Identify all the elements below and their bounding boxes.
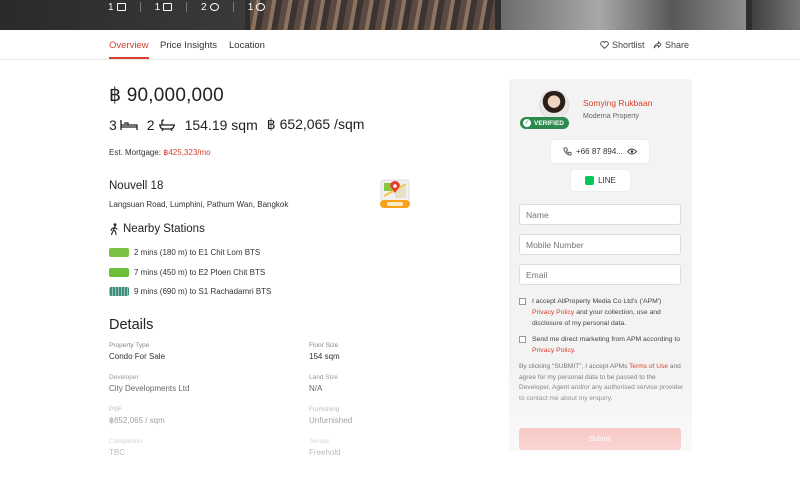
area-stat: 154.19 sqm [184,116,258,133]
estimated-mortgage: Est. Mortgage: ฿425,323/mo [109,148,211,157]
eye-icon [626,148,637,155]
image-icon [116,3,126,11]
bath-icon [158,118,175,131]
shortlist-label: Shortlist [612,40,645,50]
gallery-image-2[interactable] [250,0,495,30]
map-icon[interactable] [378,178,412,210]
detail-item: Property Type Condo For Sale [109,342,166,361]
divider [139,2,141,12]
price-per-sqm: ฿ 652,065 /sqm [266,116,365,132]
bts-line-icon [109,267,129,277]
heart-icon [600,41,609,49]
bathrooms-stat: 2 [147,117,176,133]
agent-name[interactable]: Somying Rukbaan [583,98,652,108]
virtual-tour-icon [256,3,266,11]
detail-item: Completion TBC [109,438,142,457]
virtual-tour-count[interactable]: 1 [248,2,266,13]
gallery-image-4[interactable] [752,0,800,30]
media-counts: 1 1 2 1 [108,0,266,14]
nearby-stations-heading: Nearby Stations [109,223,205,235]
marketing-consent-checkbox[interactable] [519,336,526,343]
privacy-consent-checkbox[interactable] [519,298,526,305]
detail-item: Furnishing Unfurnished [309,406,353,425]
bts-line-icon [109,248,129,258]
station-item: 9 mins (690 m) to S1 Rachadamri BTS [109,282,271,302]
terms-of-use-link[interactable]: Terms of Use [629,363,668,370]
shortlist-button[interactable]: Shortlist [600,40,645,50]
privacy-consent: I accept AllProperty Media Co Ltd's ('AP… [519,296,685,329]
station-item: 2 mins (180 m) to E1 Chit Lom BTS [109,243,271,263]
marketing-consent: Send me direct marketing from APM accord… [519,334,685,356]
listing-page: 1 1 2 1 Overview Price Insights Location [0,0,800,500]
station-item: 7 mins (450 m) to E2 Ploen Chit BTS [109,263,271,283]
divider [186,2,188,12]
tab-price-insights[interactable]: Price Insights [160,40,217,51]
video-icon [209,3,219,11]
detail-item: Floor Size 154 sqm [309,342,340,361]
agent-avatar[interactable] [539,90,569,120]
tab-overview[interactable]: Overview [109,40,149,59]
tab-location[interactable]: Location [229,40,265,51]
line-button[interactable]: LINE [571,170,630,191]
privacy-policy-link[interactable]: Privacy Policy [532,309,574,316]
phone-icon [563,147,572,156]
detail-item: Developer City Developments Ltd [109,374,190,393]
bedrooms-stat: 3 [109,117,138,133]
details-heading: Details [109,317,154,333]
detail-item: PSF ฿652,065 / sqm [109,406,165,425]
agency-name: Moderna Property [583,113,640,120]
video-count[interactable]: 2 [201,2,219,13]
verified-badge: ✓ VERIFIED [520,117,569,129]
terms-notice: By clicking "SUBMIT", I accept APMs Term… [519,363,684,402]
name-input[interactable] [519,204,681,225]
divider [232,2,234,12]
share-icon [653,41,662,49]
floorplan-count[interactable]: 1 [155,2,173,13]
detail-item: Land Size N/A [309,374,338,393]
agent-contact-card: ✓ VERIFIED Somying Rukbaan Moderna Prope… [509,79,692,451]
project-name[interactable]: Nouvell 18 [109,180,163,192]
mortgage-value-link[interactable]: ฿425,323/mo [163,148,210,157]
share-label: Share [665,40,690,50]
bed-icon [120,119,138,130]
listing-stats: 3 2 154.19 sqm ฿ 652,065 /sqm [109,116,364,133]
privacy-policy-link[interactable]: Privacy Policy. [532,347,576,354]
photo-count[interactable]: 1 [108,2,126,13]
floorplan-icon [163,3,173,11]
detail-item: Tenure Freehold [309,438,341,457]
reveal-phone-button[interactable]: +66 87 894... [551,140,649,163]
share-button[interactable]: Share [653,40,689,50]
station-list: 2 mins (180 m) to E1 Chit Lom BTS 7 mins… [109,243,271,302]
gallery-image-3[interactable] [501,0,746,30]
check-icon: ✓ [523,119,531,127]
listing-price: ฿ 90,000,000 [109,85,224,106]
section-tabs: Overview Price Insights Location Shortli… [0,30,800,60]
line-icon [585,176,595,185]
property-address: Langsuan Road, Lumphini, Pathum Wan, Ban… [109,200,289,209]
walking-icon [110,223,118,235]
bts-line-icon [109,287,129,297]
email-input[interactable] [519,264,681,285]
mobile-number-input[interactable] [519,234,681,255]
photo-gallery[interactable]: 1 1 2 1 [0,0,800,30]
submit-button[interactable]: Submit [519,428,681,450]
